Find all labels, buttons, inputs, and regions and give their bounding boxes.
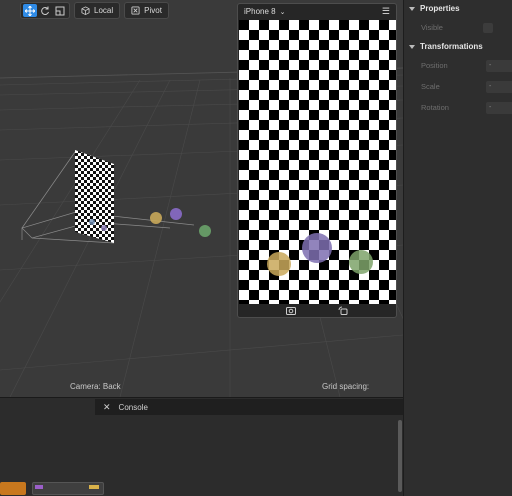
device-screen bbox=[239, 20, 396, 304]
hamburger-menu-icon[interactable]: ☰ bbox=[382, 6, 390, 17]
properties-title: Properties bbox=[420, 4, 460, 13]
asset-thumbnail[interactable] bbox=[32, 482, 104, 495]
scale-field[interactable]: - bbox=[486, 80, 512, 93]
position-row: Position - bbox=[404, 55, 512, 76]
scene-viewport[interactable]: Local Pivot Camera: Back Grid spacing: i… bbox=[0, 0, 403, 397]
rotation-label: Rotation bbox=[421, 103, 449, 112]
transformations-title: Transformations bbox=[420, 42, 483, 51]
properties-panel: Properties Visible Transformations Posit… bbox=[403, 0, 512, 496]
device-selector[interactable]: iPhone 8 ⌄ bbox=[244, 7, 285, 16]
scale-label: Scale bbox=[421, 82, 440, 91]
scale-icon bbox=[55, 6, 65, 15]
checker-plane[interactable] bbox=[75, 150, 114, 243]
molecule-green[interactable] bbox=[199, 225, 211, 237]
preview-molecule-green bbox=[349, 250, 373, 274]
expand-triangle-icon bbox=[409, 44, 415, 49]
visible-row: Visible bbox=[404, 17, 512, 38]
console-scrollbar[interactable] bbox=[398, 420, 402, 492]
properties-section-header[interactable]: Properties bbox=[404, 0, 512, 17]
transformations-section-header[interactable]: Transformations bbox=[404, 38, 512, 55]
scale-row: Scale - bbox=[404, 76, 512, 97]
local-toggle[interactable]: Local bbox=[74, 2, 121, 19]
device-name: iPhone 8 bbox=[244, 7, 276, 16]
preview-molecule-purple bbox=[302, 233, 332, 263]
chevron-down-icon: ⌄ bbox=[279, 8, 286, 16]
device-preview-panel: iPhone 8 ⌄ ☰ bbox=[237, 3, 397, 318]
pivot-toggle[interactable]: Pivot bbox=[124, 2, 169, 19]
camera-label: Camera: Back bbox=[70, 382, 121, 391]
console-panel: ✕ Console bbox=[0, 397, 403, 496]
close-icon[interactable]: ✕ bbox=[103, 402, 111, 413]
pivot-label: Pivot bbox=[144, 6, 162, 15]
visible-checkbox[interactable] bbox=[483, 22, 493, 33]
cube-icon bbox=[81, 6, 90, 15]
screenshot-icon[interactable] bbox=[286, 306, 296, 315]
position-label: Position bbox=[421, 61, 448, 70]
transform-toolbar: Local Pivot bbox=[20, 2, 169, 19]
pivot-icon bbox=[131, 6, 140, 15]
rotate-device-icon[interactable] bbox=[338, 306, 348, 315]
rotation-row: Rotation - bbox=[404, 97, 512, 118]
local-label: Local bbox=[94, 6, 114, 15]
preview-molecule-yellow bbox=[267, 252, 291, 276]
scale-tool-button[interactable] bbox=[53, 4, 67, 17]
console-title: Console bbox=[118, 402, 148, 412]
rotate-icon bbox=[41, 6, 49, 15]
rotation-field[interactable]: - bbox=[486, 101, 512, 114]
molecule-yellow[interactable] bbox=[150, 212, 162, 224]
move-icon bbox=[25, 5, 35, 16]
move-tool-button[interactable] bbox=[23, 4, 37, 17]
grid-spacing-label: Grid spacing: bbox=[322, 382, 370, 391]
molecule-purple[interactable] bbox=[170, 208, 182, 220]
console-tab[interactable]: ✕ Console bbox=[95, 399, 403, 415]
asset-thumbnail[interactable] bbox=[0, 482, 26, 495]
rotate-tool-button[interactable] bbox=[38, 4, 52, 17]
position-field[interactable]: - bbox=[486, 59, 512, 72]
visible-label: Visible bbox=[421, 23, 443, 32]
expand-triangle-icon bbox=[409, 6, 415, 11]
transform-tools bbox=[20, 2, 70, 19]
